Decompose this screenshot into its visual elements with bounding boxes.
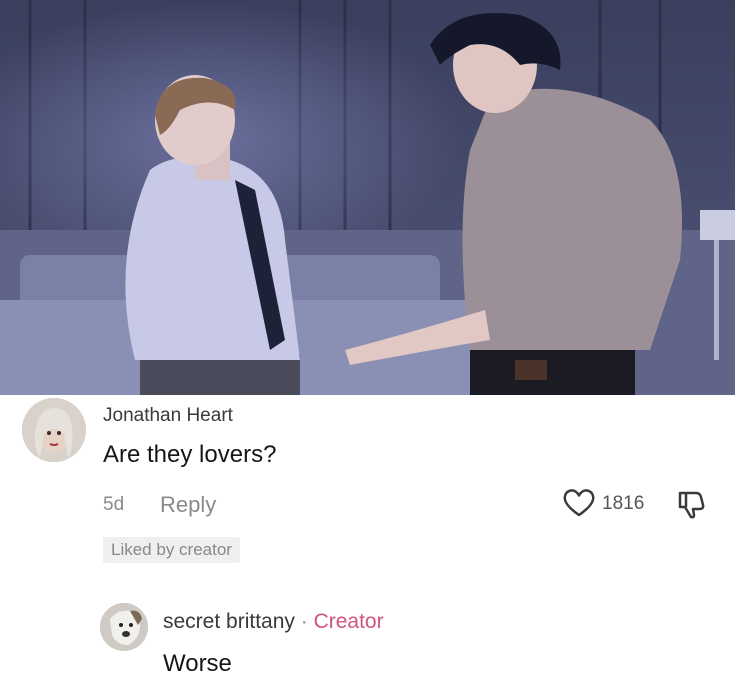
comment-author[interactable]: Jonathan Heart: [103, 405, 233, 427]
reply-header: secret brittany · Creator: [163, 610, 384, 634]
comment-age: 5d: [103, 494, 125, 515]
creator-badge: Creator: [313, 610, 384, 633]
liked-by-creator-badge: Liked by creator: [103, 537, 240, 563]
reply-button[interactable]: Reply: [160, 492, 216, 518]
heart-outline-icon[interactable]: [562, 488, 596, 523]
reply-text: Worse: [163, 650, 232, 677]
reply-separator: ·: [300, 610, 308, 633]
webtoon-panel-image: [0, 0, 735, 395]
commenter-avatar[interactable]: [22, 398, 86, 462]
creator-avatar[interactable]: [100, 603, 148, 651]
thumbs-down-icon[interactable]: [676, 488, 708, 525]
like-count: 1816: [602, 493, 645, 514]
comment-text: Are they lovers?: [103, 441, 277, 468]
reply-author[interactable]: secret brittany: [163, 610, 295, 633]
liked-by-creator-label: Liked by creator: [111, 540, 232, 559]
